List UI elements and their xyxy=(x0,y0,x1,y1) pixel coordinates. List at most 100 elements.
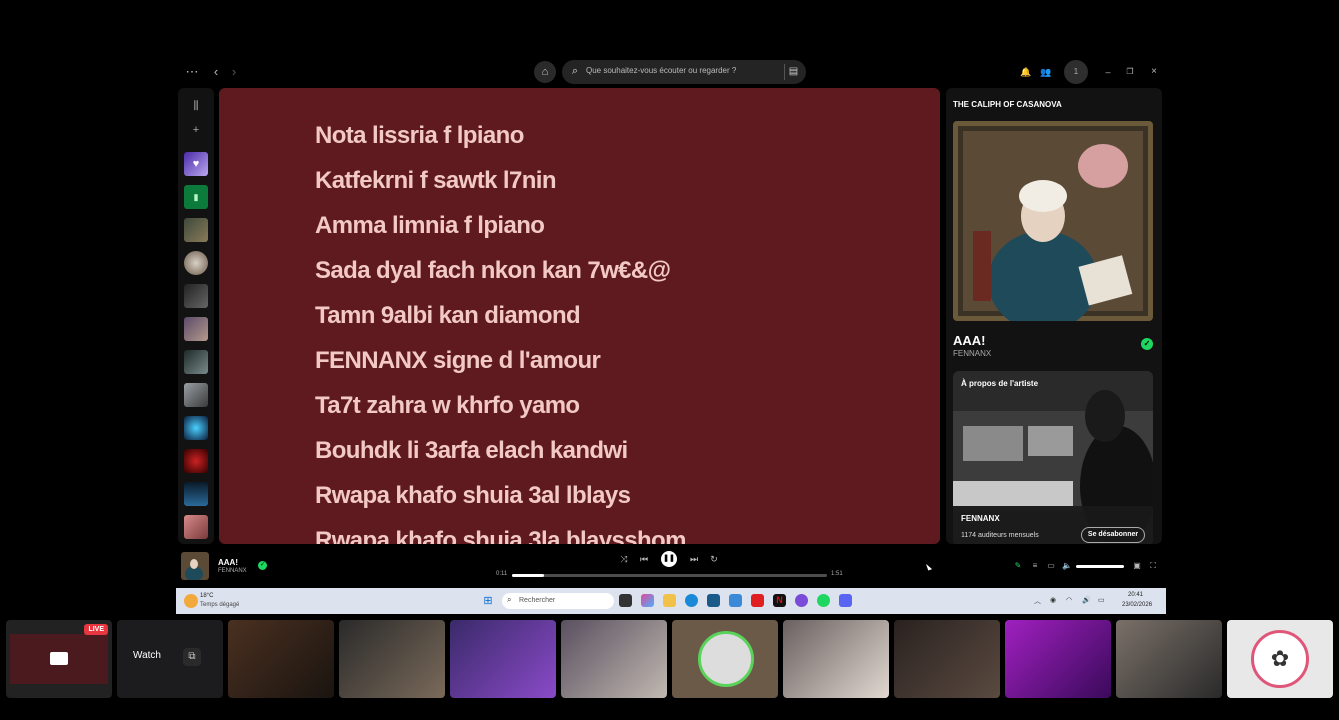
participant-video[interactable] xyxy=(561,620,667,698)
tray-chevron-icon[interactable]: ︿ xyxy=(1034,596,1041,606)
windows-taskbar: 18°C Temps dégagé ⊞ ⌕ Rechercher N ︿ ◉ ◠… xyxy=(176,588,1166,614)
about-artist-card[interactable]: À propos de l'artiste FENNANX 1174 audit… xyxy=(953,371,1153,544)
song-title[interactable]: AAA! xyxy=(953,333,986,348)
now-playing-artist[interactable]: FENNANX xyxy=(218,568,247,574)
maximize-icon[interactable]: ❐ xyxy=(1122,64,1138,80)
library-icon[interactable]: ⫼ xyxy=(188,98,204,114)
participant-video[interactable] xyxy=(228,620,334,698)
minimize-icon[interactable]: – xyxy=(1100,64,1116,80)
playlist-item[interactable] xyxy=(184,416,208,440)
task-view-icon[interactable] xyxy=(619,594,632,607)
participant-avatar-tile[interactable]: ✿ xyxy=(1227,620,1333,698)
lyric-line[interactable]: Amma limnia f lpiano xyxy=(315,212,545,240)
song-artist[interactable]: FENNANX xyxy=(953,349,991,358)
miniplayer-icon[interactable]: ▣ xyxy=(1131,560,1143,572)
discord-icon[interactable] xyxy=(839,594,852,607)
playlist-item[interactable] xyxy=(184,350,208,374)
stream-preview-tile[interactable]: LIVE xyxy=(6,620,112,698)
progress-bar[interactable] xyxy=(512,574,827,577)
album-title[interactable]: THE CALIPH OF CASANOVA xyxy=(953,100,1062,109)
pause-button[interactable]: ❚❚ xyxy=(661,551,677,567)
lyric-line[interactable]: Tamn 9albi kan diamond xyxy=(315,302,581,330)
watch-button[interactable]: Watch xyxy=(133,650,161,661)
participant-video[interactable] xyxy=(1005,620,1111,698)
lyric-line[interactable]: Bouhdk li 3arfa elach kandwi xyxy=(315,437,628,465)
copilot-icon[interactable] xyxy=(641,594,654,607)
lyric-line[interactable]: Rwapa khafo shuia 3la blaysshom xyxy=(315,527,686,544)
home-button[interactable]: ⌂ xyxy=(534,61,556,83)
participant-video[interactable] xyxy=(894,620,1000,698)
search-input[interactable]: ⌕ Que souhaitez-vous écouter ou regarder… xyxy=(562,60,806,84)
check-icon[interactable]: ✓ xyxy=(258,561,267,570)
participant-video[interactable] xyxy=(783,620,889,698)
forward-arrow-icon[interactable]: › xyxy=(226,64,242,80)
saved-episodes-item[interactable]: ▮ xyxy=(184,185,208,209)
artist-item[interactable] xyxy=(184,251,208,275)
taskbar-search[interactable]: ⌕ Rechercher xyxy=(502,593,614,609)
fullscreen-icon[interactable]: ⛶ xyxy=(1147,560,1159,572)
lyric-line[interactable]: Nota lissria f lpiano xyxy=(315,122,524,150)
next-icon[interactable]: ⏭ xyxy=(687,552,701,566)
store-icon[interactable] xyxy=(707,594,720,607)
friends-icon[interactable]: 👥 xyxy=(1038,64,1054,80)
app-icon[interactable] xyxy=(795,594,808,607)
lyric-line[interactable]: FENNANX signe d l'amour xyxy=(315,347,601,375)
lyric-line[interactable]: Sada dyal fach nkon kan 7w€&@ xyxy=(315,257,671,285)
participant-video[interactable] xyxy=(450,620,556,698)
youtube-icon[interactable] xyxy=(751,594,764,607)
watch-tile[interactable]: Watch ⧉ xyxy=(117,620,223,698)
now-playing-view-icon[interactable]: ✎ xyxy=(1012,560,1024,572)
close-icon[interactable]: × xyxy=(1146,64,1162,80)
taskbar-search-label: Rechercher xyxy=(519,597,556,604)
battery-icon[interactable]: ▭ xyxy=(1098,596,1105,604)
browse-icon[interactable]: ▤ xyxy=(784,64,800,80)
clock-time[interactable]: 20:41 xyxy=(1128,592,1143,598)
about-artist-name[interactable]: FENNANX xyxy=(961,514,1000,523)
player-bar: AAA! FENNANX ✓ ⤨ ⏮ ❚❚ ⏭ ↻ 0:11 1:51 ✎ ≡ … xyxy=(176,546,1166,588)
tray-app-icon[interactable]: ◉ xyxy=(1050,596,1056,604)
speaker-icon[interactable]: 🔊 xyxy=(1082,596,1091,604)
spotify-icon[interactable] xyxy=(817,594,830,607)
check-icon[interactable]: ✓ xyxy=(1141,338,1153,350)
file-explorer-icon[interactable] xyxy=(663,594,676,607)
connect-device-icon[interactable]: ▭ xyxy=(1045,560,1057,572)
participant-video[interactable] xyxy=(1116,620,1222,698)
windows-start-icon[interactable]: ⊞ xyxy=(482,595,494,607)
wifi-icon[interactable]: ◠ xyxy=(1066,596,1072,604)
previous-icon[interactable]: ⏮ xyxy=(637,552,651,566)
playlist-item[interactable] xyxy=(184,284,208,308)
playlist-item[interactable] xyxy=(184,515,208,539)
liked-songs-item[interactable]: ♥ xyxy=(184,152,208,176)
weather-icon[interactable] xyxy=(184,594,198,608)
volume-icon[interactable]: 🔈 xyxy=(1061,560,1073,572)
playlist-item[interactable] xyxy=(184,482,208,506)
lyric-line[interactable]: Katfekrni f sawtk l7nin xyxy=(315,167,557,195)
participant-strip: LIVE Watch ⧉ ✿ xyxy=(0,618,1339,700)
more-options-icon[interactable]: ⋯ xyxy=(184,64,200,80)
netflix-icon[interactable]: N xyxy=(773,594,786,607)
now-playing-cover[interactable] xyxy=(181,552,209,580)
weather-temperature: 18°C xyxy=(200,593,214,599)
clock-date[interactable]: 23/02/2026 xyxy=(1122,602,1152,608)
volume-slider[interactable] xyxy=(1076,565,1124,568)
queue-icon[interactable]: ≡ xyxy=(1029,560,1041,572)
bell-icon[interactable]: 🔔 xyxy=(1018,64,1034,80)
lyric-line[interactable]: Rwapa khafo shuia 3al lblays xyxy=(315,482,631,510)
participant-video[interactable] xyxy=(339,620,445,698)
playlist-item[interactable] xyxy=(184,218,208,242)
unfollow-button[interactable]: Se désabonner xyxy=(1081,527,1145,543)
edge-icon[interactable] xyxy=(685,594,698,607)
playlist-item[interactable] xyxy=(184,449,208,473)
mail-icon[interactable] xyxy=(729,594,742,607)
add-icon[interactable]: + xyxy=(188,122,204,138)
lyric-line[interactable]: Ta7t zahra w khrfo yamo xyxy=(315,392,580,420)
now-playing-title[interactable]: AAA! xyxy=(218,558,238,567)
participant-avatar-tile[interactable] xyxy=(672,620,778,698)
user-avatar[interactable]: 1 xyxy=(1064,60,1088,84)
popout-icon[interactable]: ⧉ xyxy=(183,648,201,666)
playlist-item[interactable] xyxy=(184,317,208,341)
playlist-item[interactable] xyxy=(184,383,208,407)
shuffle-icon[interactable]: ⤨ xyxy=(617,552,631,566)
back-arrow-icon[interactable]: ‹ xyxy=(208,64,224,80)
repeat-icon[interactable]: ↻ xyxy=(707,552,721,566)
